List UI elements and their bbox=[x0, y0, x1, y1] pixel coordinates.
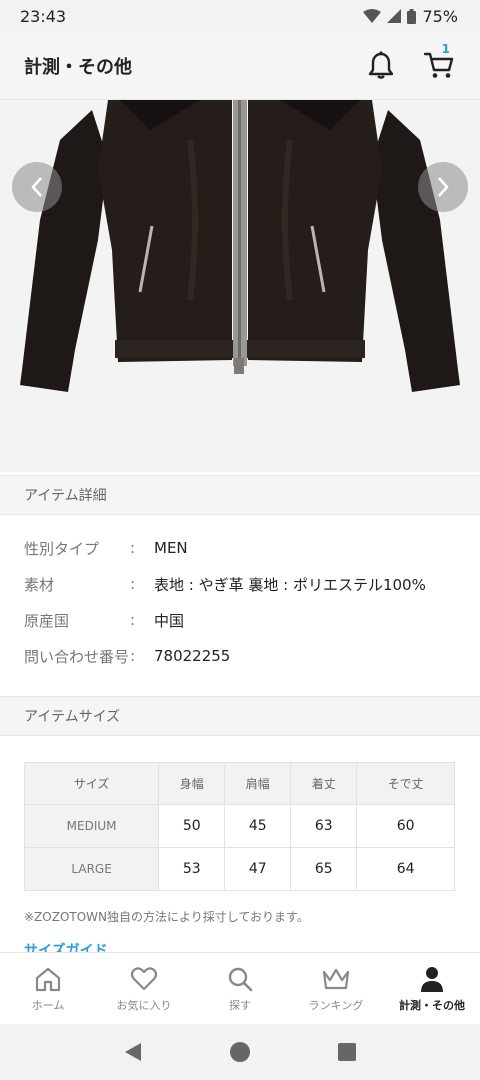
page-title: 計測・その他 bbox=[24, 56, 132, 78]
heart-icon bbox=[130, 967, 158, 991]
size-table-row: MEDIUM 50 45 63 60 bbox=[23, 804, 455, 848]
detail-row: 性別タイプ : MEN bbox=[0, 530, 480, 566]
nav-label: ランキング bbox=[308, 999, 364, 1012]
size-value-cell: 64 bbox=[356, 847, 455, 891]
nav-item-measure-other[interactable]: 計測・その他 bbox=[384, 953, 480, 1024]
size-value-cell: 63 bbox=[290, 804, 358, 848]
chevron-right-icon bbox=[438, 177, 449, 197]
size-table-row: LARGE 53 47 65 64 bbox=[23, 847, 455, 891]
size-name-cell: LARGE bbox=[23, 847, 160, 891]
nav-label: ホーム bbox=[31, 999, 65, 1012]
detail-colon: : bbox=[130, 575, 136, 593]
app-header: 計測・その他 1 bbox=[0, 32, 480, 100]
detail-label: 原産国 bbox=[24, 611, 70, 630]
detail-value: 中国 bbox=[154, 611, 185, 630]
size-column-header: そで丈 bbox=[356, 762, 455, 805]
nav-label: 計測・その他 bbox=[399, 999, 465, 1012]
detail-row: 原産国 : 中国 bbox=[0, 602, 480, 638]
notification-button[interactable] bbox=[366, 50, 396, 80]
detail-value: MEN bbox=[154, 539, 188, 557]
detail-label: 性別タイプ bbox=[24, 539, 100, 558]
search-icon bbox=[228, 967, 253, 992]
person-icon bbox=[421, 967, 443, 992]
size-guide-link[interactable]: サイズガイド bbox=[24, 940, 108, 952]
product-photo bbox=[0, 100, 480, 472]
detail-value: 78022255 bbox=[154, 647, 231, 665]
size-value-cell: 50 bbox=[158, 804, 226, 848]
detail-label: 素材 bbox=[24, 575, 55, 594]
item-details-title: アイテム詳細 bbox=[24, 488, 107, 504]
status-time: 23:43 bbox=[20, 6, 67, 26]
cart-count-badge: 1 bbox=[441, 42, 450, 56]
next-image-button[interactable] bbox=[418, 162, 468, 212]
wifi-icon bbox=[363, 9, 382, 23]
size-table: サイズ 身幅 肩幅 着丈 そで丈 MEDIUM 50 45 63 60 LARG… bbox=[23, 762, 455, 891]
cart-button[interactable]: 1 bbox=[424, 42, 454, 80]
nav-item-favorites[interactable]: お気に入り bbox=[96, 953, 192, 1024]
size-value-cell: 53 bbox=[158, 847, 226, 891]
detail-colon: : bbox=[130, 611, 136, 629]
size-name-cell: MEDIUM bbox=[23, 804, 160, 848]
detail-value: 表地 : やぎ革 裏地 : ポリエステル100% bbox=[154, 575, 426, 594]
nav-item-home[interactable]: ホーム bbox=[0, 953, 96, 1024]
home-icon bbox=[35, 967, 61, 992]
nav-item-ranking[interactable]: ランキング bbox=[288, 953, 384, 1024]
chevron-left-icon bbox=[31, 177, 42, 197]
size-column-header: 身幅 bbox=[158, 762, 226, 805]
item-details-list: 性別タイプ : MEN 素材 : 表地 : やぎ革 裏地 : ポリエステル100… bbox=[0, 530, 480, 674]
nav-label: お気に入り bbox=[116, 999, 172, 1012]
detail-label: 問い合わせ番号 bbox=[24, 647, 130, 666]
size-column-header: 肩幅 bbox=[224, 762, 292, 805]
detail-colon: : bbox=[130, 539, 136, 557]
size-column-header: サイズ bbox=[23, 762, 160, 805]
android-nav-bar bbox=[0, 1024, 480, 1080]
back-icon[interactable] bbox=[123, 1041, 143, 1063]
previous-image-button[interactable] bbox=[12, 162, 62, 212]
signal-icon bbox=[387, 9, 402, 23]
battery-level: 75% bbox=[422, 6, 458, 26]
measurement-note: ※ZOZOTOWN独自の方法により採寸しております。 bbox=[24, 910, 309, 924]
size-value-cell: 45 bbox=[224, 804, 292, 848]
size-column-header: 着丈 bbox=[290, 762, 358, 805]
item-size-header: アイテムサイズ bbox=[0, 696, 480, 736]
size-value-cell: 65 bbox=[290, 847, 358, 891]
item-details-header: アイテム詳細 bbox=[0, 475, 480, 515]
battery-icon bbox=[407, 8, 417, 24]
detail-colon: : bbox=[130, 647, 136, 665]
nav-item-search[interactable]: 探す bbox=[192, 953, 288, 1024]
size-value-cell: 47 bbox=[224, 847, 292, 891]
status-bar: 23:43 75% bbox=[0, 0, 480, 32]
nav-label: 探す bbox=[229, 999, 251, 1012]
status-icons: 75% bbox=[363, 7, 458, 26]
product-image-carousel[interactable] bbox=[0, 100, 480, 472]
detail-row: 素材 : 表地 : やぎ革 裏地 : ポリエステル100% bbox=[0, 566, 480, 602]
detail-row: 問い合わせ番号 : 78022255 bbox=[0, 638, 480, 674]
size-value-cell: 60 bbox=[356, 804, 455, 848]
item-size-title: アイテムサイズ bbox=[24, 709, 121, 725]
bottom-nav: ホーム お気に入り 探す ランキング 計測・その他 bbox=[0, 952, 480, 1024]
bell-icon bbox=[368, 51, 394, 79]
recents-icon[interactable] bbox=[337, 1042, 357, 1062]
size-table-header-row: サイズ 身幅 肩幅 着丈 そで丈 bbox=[23, 762, 455, 805]
crown-icon bbox=[322, 968, 350, 990]
home-circle-icon[interactable] bbox=[229, 1041, 251, 1063]
